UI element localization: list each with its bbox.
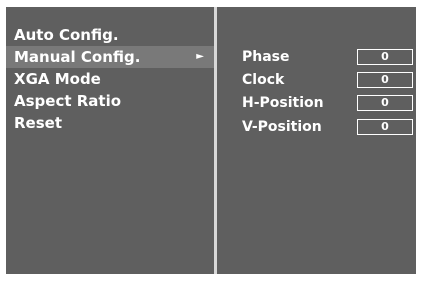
menu-item-label: Manual Config. (14, 48, 141, 66)
main-menu: Auto Config. Manual Config. ► XGA Mode A… (6, 24, 214, 134)
clock-label: Clock (242, 72, 285, 88)
menu-item-aspect-ratio[interactable]: Aspect Ratio (6, 90, 214, 112)
phase-value-field[interactable]: 0 (357, 49, 413, 65)
v-position-label: V-Position (242, 119, 322, 135)
h-position-value-field[interactable]: 0 (357, 95, 413, 111)
clock-value-field[interactable]: 0 (357, 72, 413, 88)
param-row-phase: Phase 0 (242, 46, 417, 68)
v-position-value-field[interactable]: 0 (357, 119, 413, 135)
h-position-label: H-Position (242, 95, 324, 111)
menu-item-reset[interactable]: Reset (6, 112, 214, 134)
param-row-h-position: H-Position 0 (242, 92, 417, 114)
param-row-v-position: V-Position 0 (242, 116, 417, 138)
menu-item-auto-config[interactable]: Auto Config. (6, 24, 214, 46)
menu-item-label: XGA Mode (14, 70, 101, 88)
menu-item-label: Aspect Ratio (14, 92, 122, 110)
menu-item-manual-config[interactable]: Manual Config. ► (6, 46, 214, 68)
osd-screen-menu: Auto Config. Manual Config. ► XGA Mode A… (6, 7, 416, 274)
manual-config-panel: Phase 0 Clock 0 H-Position 0 V-Position … (217, 7, 416, 274)
menu-item-xga-mode[interactable]: XGA Mode (6, 68, 214, 90)
menu-item-label: Reset (14, 114, 62, 132)
param-row-clock: Clock 0 (242, 69, 417, 91)
menu-item-label: Auto Config. (14, 26, 119, 44)
submenu-arrow-icon: ► (196, 51, 204, 62)
phase-label: Phase (242, 49, 290, 65)
